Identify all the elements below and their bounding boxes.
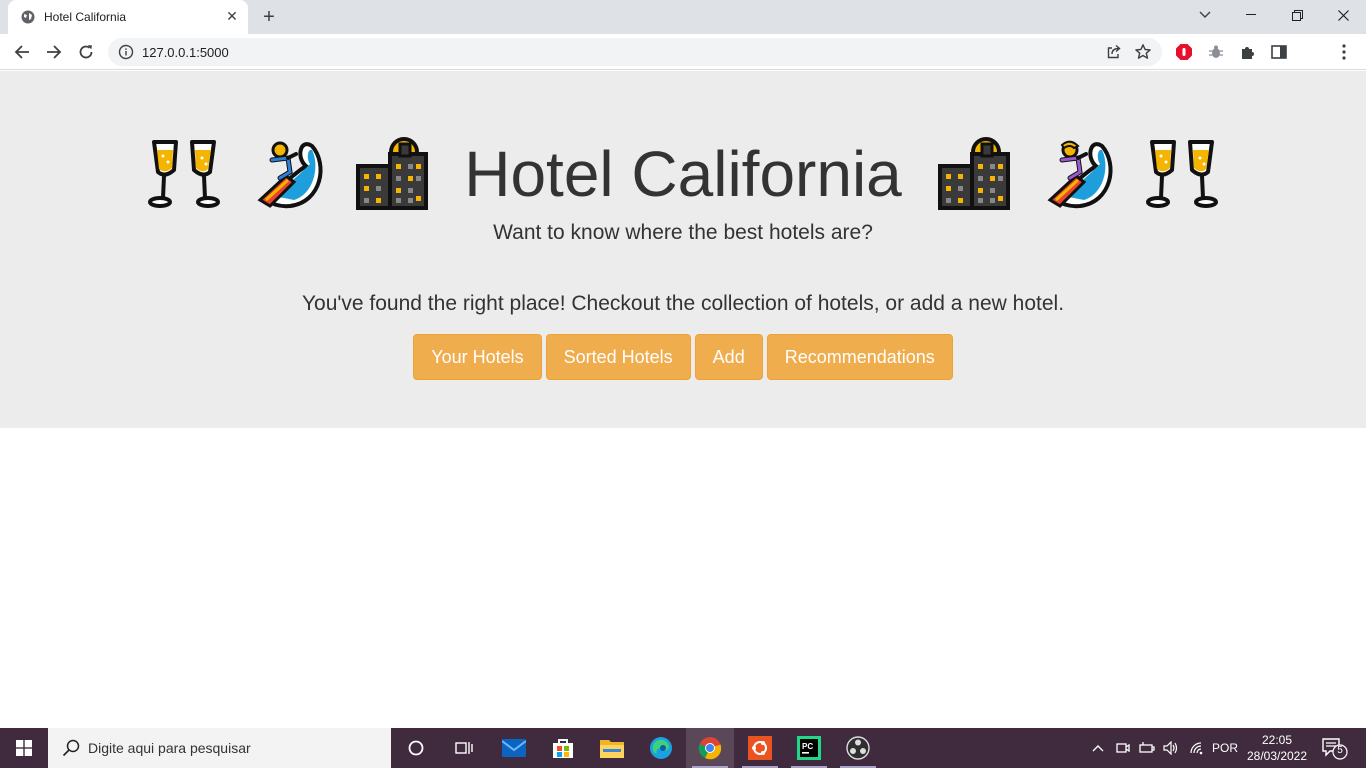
jumbotron: Hotel California Want to know where the … [0, 71, 1366, 428]
page-viewport: Hotel California Want to know where the … [0, 71, 1366, 728]
headline-row: Hotel California [0, 131, 1366, 217]
notification-count: 5 [1337, 745, 1343, 756]
tray-chevron-up-icon[interactable] [1086, 728, 1110, 768]
city-night-icon [356, 137, 429, 210]
bookmark-star-icon[interactable] [1134, 43, 1152, 61]
new-tab-button[interactable]: + [258, 6, 280, 28]
search-icon [62, 739, 80, 757]
windows-start-icon[interactable] [0, 728, 48, 768]
tab-title: Hotel California [44, 10, 127, 24]
browser-toolbar: 127.0.0.1:5000 [0, 34, 1366, 97]
edge-browser-icon[interactable] [637, 728, 685, 768]
site-info-icon[interactable] [118, 44, 134, 60]
clinking-glasses-icon [148, 140, 221, 208]
add-hotel-button[interactable]: Add [694, 334, 763, 380]
address-bar[interactable]: 127.0.0.1:5000 [108, 38, 1162, 66]
url-text: 127.0.0.1:5000 [142, 45, 229, 60]
city-night-icon [937, 137, 1010, 210]
taskbar-search-box[interactable]: Digite aqui para pesquisar [48, 728, 391, 768]
extensions-puzzle-icon[interactable] [1237, 41, 1259, 63]
restore-icon[interactable] [1274, 0, 1320, 30]
menu-kebab-icon[interactable] [1333, 41, 1355, 63]
page-subtitle: Want to know where the best hotels are? [493, 221, 873, 244]
file-explorer-icon[interactable] [588, 728, 636, 768]
minimize-icon[interactable] [1228, 0, 1274, 30]
wifi-icon[interactable] [1185, 728, 1209, 768]
cortana-icon[interactable] [392, 728, 440, 768]
sorted-hotels-button[interactable]: Sorted Hotels [545, 334, 691, 380]
share-icon[interactable] [1106, 44, 1122, 60]
windows-taskbar: Digite aqui para pesquisar PC POR 22:05 … [0, 728, 1366, 768]
side-panel-icon[interactable] [1268, 41, 1290, 63]
action-button-row: Your Hotels Sorted Hotels Add Recommenda… [0, 334, 1366, 380]
obs-app-icon[interactable] [834, 728, 882, 768]
tab-search-chevron-icon[interactable] [1182, 0, 1228, 30]
bug-extension-icon[interactable] [1205, 41, 1227, 63]
page-lead-text: You've found the right place! Checkout t… [301, 292, 1065, 315]
surfer-icon [257, 141, 323, 209]
clock-date: 28/03/2022 [1246, 749, 1308, 763]
ubuntu-app-icon[interactable] [736, 728, 784, 768]
recommendations-button[interactable]: Recommendations [766, 334, 953, 380]
browser-tabstrip: Hotel California ✕ + [0, 0, 1366, 34]
globe-icon [21, 10, 35, 24]
adblock-extension-icon[interactable] [1173, 41, 1195, 63]
camera-tray-icon[interactable] [1112, 728, 1134, 768]
chrome-app-icon[interactable] [686, 728, 734, 768]
tab-close-icon[interactable]: ✕ [224, 8, 240, 24]
page-title: Hotel California [464, 138, 902, 210]
ms-store-icon[interactable] [539, 728, 587, 768]
svg-text:PC: PC [802, 742, 813, 751]
volume-icon[interactable] [1159, 728, 1183, 768]
input-language[interactable]: POR [1212, 741, 1238, 755]
forward-icon[interactable] [42, 40, 66, 64]
close-window-icon[interactable] [1320, 0, 1366, 30]
network-tray-icon[interactable] [1135, 728, 1159, 768]
back-icon[interactable] [10, 40, 34, 64]
mail-app-icon[interactable] [490, 728, 538, 768]
your-hotels-button[interactable]: Your Hotels [413, 334, 542, 380]
browser-tab[interactable]: Hotel California ✕ [8, 0, 248, 34]
clinking-glasses-icon [1145, 140, 1218, 208]
woman-surfer-icon [1047, 140, 1113, 209]
clock-time: 22:05 [1261, 733, 1293, 747]
search-placeholder: Digite aqui para pesquisar [88, 740, 251, 756]
pycharm-app-icon[interactable]: PC [785, 728, 833, 768]
reload-icon[interactable] [74, 40, 98, 64]
notification-center-icon[interactable]: 5 [1322, 738, 1348, 765]
task-view-icon[interactable] [440, 728, 488, 768]
system-clock[interactable]: 22:05 28/03/2022 [1244, 732, 1310, 764]
